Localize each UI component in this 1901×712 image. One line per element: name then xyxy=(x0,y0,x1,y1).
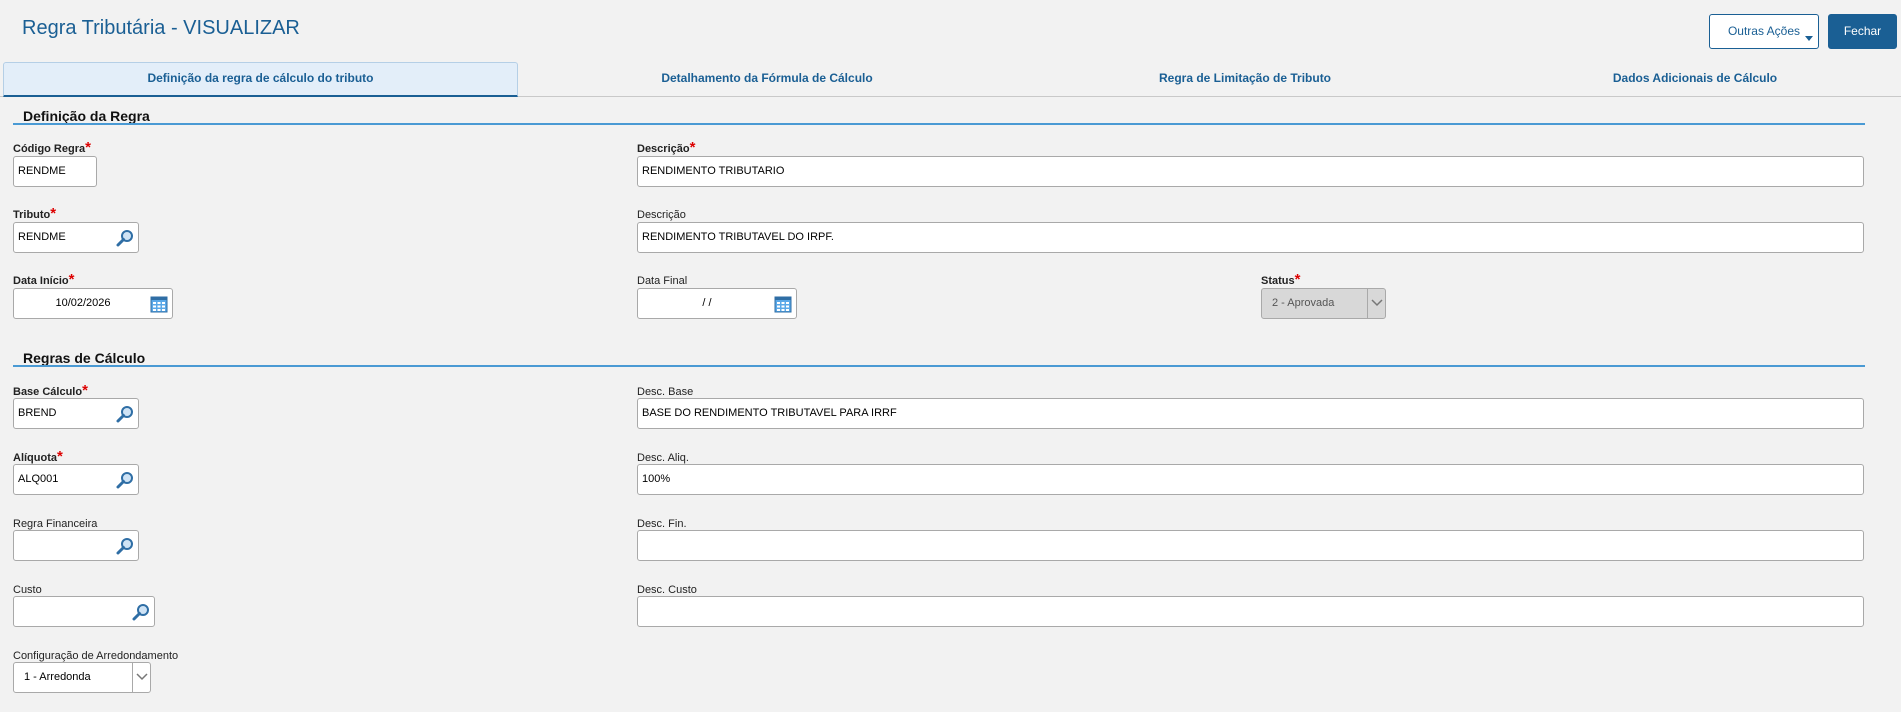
desc-custo-label: Desc. Custo xyxy=(637,584,697,596)
tab-dados-adicionais[interactable]: Dados Adicionais de Cálculo xyxy=(1450,62,1901,97)
desc-base-field[interactable]: BASE DO RENDIMENTO TRIBUTAVEL PARA IRRF xyxy=(637,398,1864,429)
required-star: * xyxy=(85,139,91,156)
header: Regra Tributária - VISUALIZAR Outras Açõ… xyxy=(0,0,1901,60)
required-star: * xyxy=(689,139,696,156)
search-icon[interactable] xyxy=(114,535,136,557)
calendar-icon[interactable] xyxy=(772,293,794,315)
section-title-definicao: Definição da Regra xyxy=(23,108,150,124)
aliquota-field[interactable]: ALQ001 xyxy=(13,464,139,495)
data-inicio-field[interactable]: 10/02/2026 xyxy=(13,288,173,319)
search-icon[interactable] xyxy=(114,403,136,425)
descricao-tributo-label: Descrição xyxy=(637,209,686,221)
caret-down-icon xyxy=(1805,36,1813,41)
arredondamento-select[interactable]: 1 - Arredonda xyxy=(13,662,151,693)
tab-detalhamento-formula[interactable]: Detalhamento da Fórmula de Cálculo xyxy=(522,62,1012,97)
status-select[interactable]: 2 - Aprovada xyxy=(1261,288,1386,319)
desc-fin-field[interactable] xyxy=(637,530,1864,561)
codigo-regra-label: Código Regra* xyxy=(13,139,91,156)
required-star: * xyxy=(68,271,75,288)
descricao-field[interactable]: RENDIMENTO TRIBUTARIO xyxy=(637,156,1864,187)
desc-base-label: Desc. Base xyxy=(637,386,694,398)
arredondamento-label: Configuração de Arredondamento xyxy=(13,650,179,662)
page-title: Regra Tributária - VISUALIZAR xyxy=(22,17,300,39)
base-calculo-field[interactable]: BREND xyxy=(13,398,139,429)
data-inicio-label: Data Início* xyxy=(13,271,75,288)
tributo-field[interactable]: RENDME xyxy=(13,222,139,253)
chevron-down-icon[interactable] xyxy=(1367,289,1385,318)
calendar-icon[interactable] xyxy=(148,293,170,315)
base-calculo-label: Base Cálculo* xyxy=(13,382,88,399)
desc-custo-field[interactable] xyxy=(637,596,1864,627)
regra-financeira-field[interactable] xyxy=(13,530,139,561)
aliquota-label: Alíquota* xyxy=(13,448,63,465)
data-final-field[interactable]: / / xyxy=(637,288,797,319)
search-icon[interactable] xyxy=(114,469,136,491)
regra-financeira-label: Regra Financeira xyxy=(13,518,98,530)
desc-fin-label: Desc. Fin. xyxy=(637,518,687,530)
desc-aliq-field[interactable]: 100% xyxy=(637,464,1864,495)
data-final-label: Data Final xyxy=(637,275,688,287)
descricao-label: Descrição* xyxy=(637,139,696,156)
tributo-label: Tributo* xyxy=(13,205,57,222)
section-divider xyxy=(13,123,1865,125)
descricao-tributo-field[interactable]: RENDIMENTO TRIBUTAVEL DO IRPF. xyxy=(637,222,1864,253)
section-title-calculo: Regras de Cálculo xyxy=(23,350,146,366)
section-divider xyxy=(13,365,1865,367)
search-icon[interactable] xyxy=(130,601,152,623)
custo-field[interactable] xyxy=(13,596,155,627)
custo-label: Custo xyxy=(13,584,42,596)
tab-regra-limitacao[interactable]: Regra de Limitação de Tributo xyxy=(1000,62,1490,97)
tab-definicao-regra[interactable]: Definição da regra de cálculo do tributo xyxy=(3,62,518,97)
required-star: * xyxy=(82,382,88,399)
fechar-button[interactable]: Fechar xyxy=(1828,14,1897,49)
tab-bar: Definição da regra de cálculo do tributo… xyxy=(0,62,1901,97)
status-label: Status* xyxy=(1261,271,1301,288)
outras-acoes-button[interactable]: Outras Ações xyxy=(1709,14,1819,49)
chevron-down-icon[interactable] xyxy=(132,663,150,692)
codigo-regra-field[interactable]: RENDME xyxy=(13,156,97,187)
desc-aliq-label: Desc. Aliq. xyxy=(637,452,689,464)
required-star: * xyxy=(57,448,63,465)
search-icon[interactable] xyxy=(114,227,136,249)
required-star: * xyxy=(1294,271,1301,288)
required-star: * xyxy=(50,205,57,222)
outras-acoes-label: Outras Ações xyxy=(1727,24,1801,38)
